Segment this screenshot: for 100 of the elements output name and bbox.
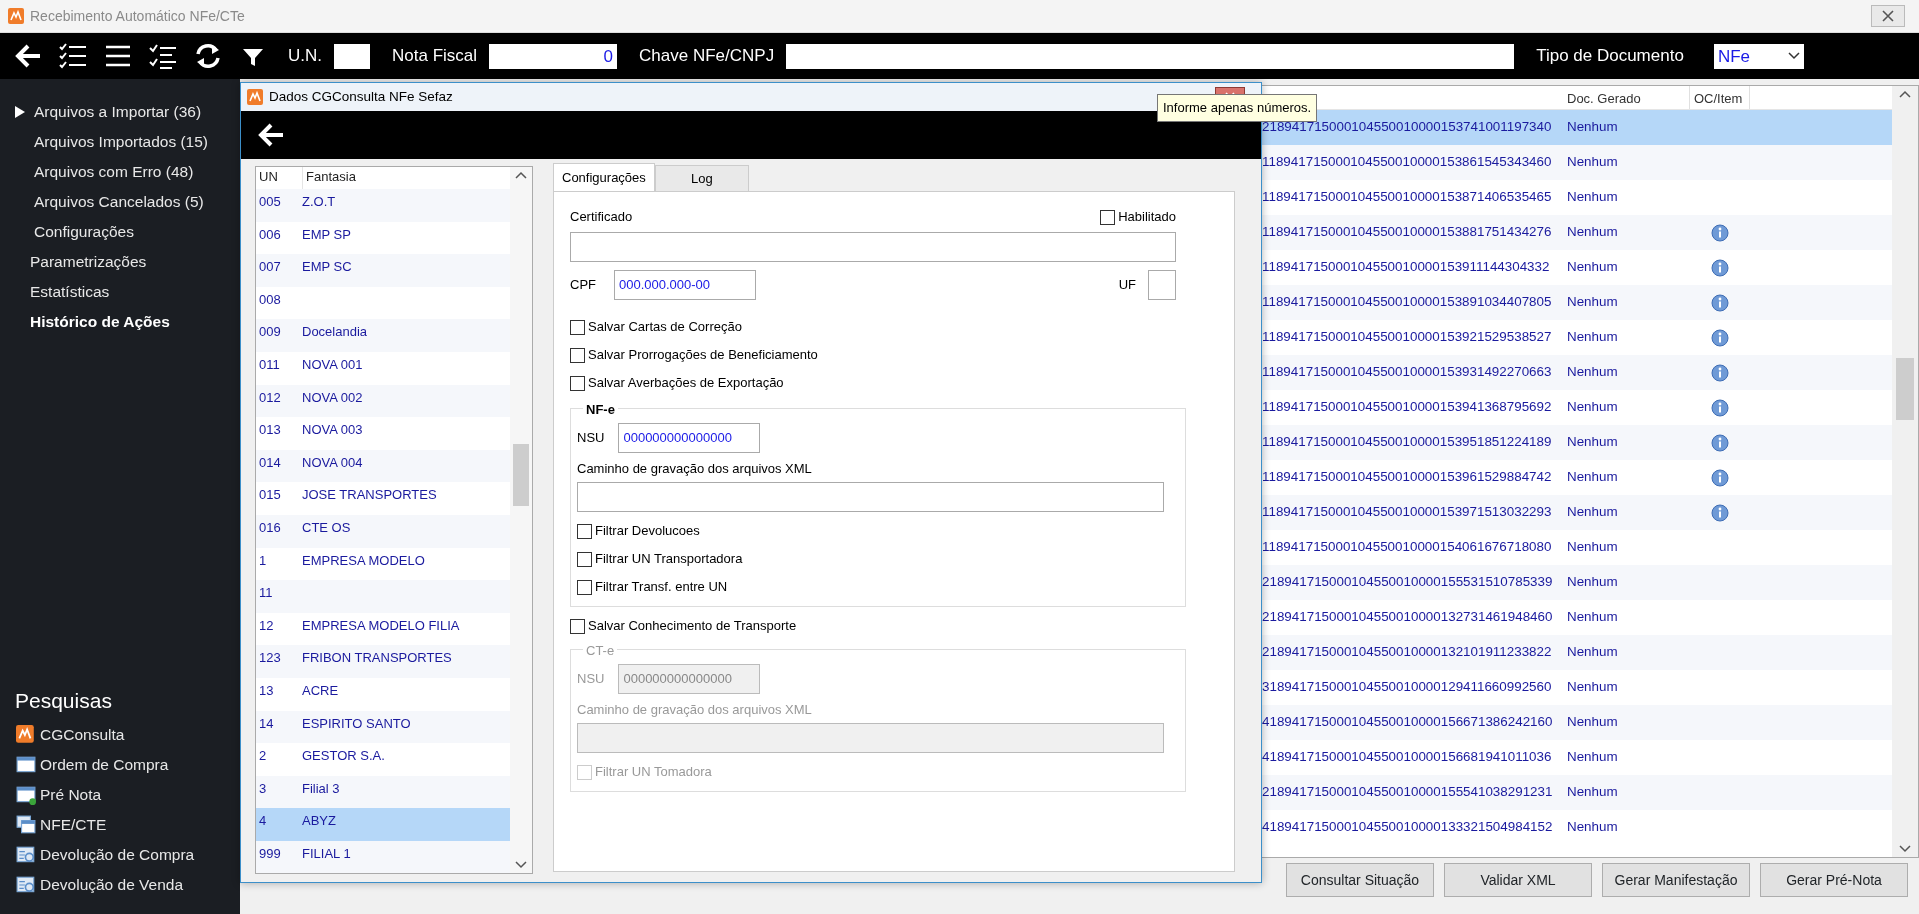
checkbox[interactable] bbox=[577, 579, 592, 595]
info-icon[interactable] bbox=[1711, 433, 1729, 452]
sidebar-item[interactable]: Arquivos Cancelados (5) bbox=[0, 187, 240, 217]
input-field[interactable]: 000000000000000 bbox=[618, 422, 761, 453]
list-row[interactable]: 11 bbox=[256, 580, 510, 613]
table-cell-text: Nenhum bbox=[1566, 118, 1619, 137]
list-row[interactable]: 016 CTE OS bbox=[256, 514, 510, 548]
list-row[interactable]: 123 FRIBON TRANSPORTES bbox=[256, 645, 510, 678]
action-button[interactable]: Gerar Manifestação bbox=[1602, 863, 1750, 897]
info-icon[interactable] bbox=[1711, 398, 1729, 417]
table-row[interactable]: 418941715000104550010000156671386242160 Nenhum bbox=[1262, 705, 1892, 740]
list-row[interactable]: 14 ESPIRITO SANTO bbox=[256, 710, 510, 744]
table-row[interactable]: 118941715000104550010000153941368795692 Nenhum bbox=[1262, 390, 1892, 425]
tab[interactable]: Configurações bbox=[553, 163, 655, 191]
table-cell-text: Nenhum bbox=[1566, 433, 1619, 452]
checkbox[interactable] bbox=[577, 523, 592, 539]
search-item[interactable]: Devolução de Venda bbox=[0, 870, 240, 900]
search-item[interactable]: CGConsulta bbox=[0, 720, 240, 750]
scrollbar-thumb[interactable] bbox=[1896, 358, 1914, 420]
list-row[interactable]: 009 Docelandia bbox=[256, 319, 510, 352]
info-icon[interactable] bbox=[1711, 503, 1729, 522]
list-row[interactable]: 014 NOVA 004 bbox=[256, 449, 510, 483]
sidebar-item[interactable]: Configurações bbox=[0, 217, 240, 247]
list-row[interactable]: 013 NOVA 003 bbox=[256, 417, 510, 450]
sidebar-item[interactable]: Arquivos com Erro (48) bbox=[0, 157, 240, 187]
table-row[interactable]: 118941715000104550010000153871406535465 Nenhum bbox=[1262, 180, 1892, 215]
table-row[interactable]: 118941715000104550010000153961529884742 Nenhum bbox=[1262, 460, 1892, 495]
column-header[interactable]: OC/Item bbox=[1690, 86, 1750, 109]
document-type-select[interactable]: NFe bbox=[1713, 43, 1804, 69]
info-icon[interactable] bbox=[1711, 468, 1729, 487]
sidebar-item[interactable]: Histórico de Ações bbox=[0, 307, 240, 337]
table-row[interactable]: 418941715000104550010000133321504984152 Nenhum bbox=[1262, 810, 1892, 845]
action-button[interactable]: Consultar Situação bbox=[1286, 863, 1434, 897]
table-row[interactable]: 218941715000104550010000132101911233822 Nenhum bbox=[1262, 635, 1892, 670]
list-row[interactable]: 999 FILIAL 1 bbox=[256, 840, 510, 874]
column-header[interactable]: UN bbox=[256, 167, 302, 189]
list-row[interactable]: 007 EMP SC bbox=[256, 254, 510, 287]
list-row[interactable]: 2 GESTOR S.A. bbox=[256, 743, 510, 776]
search-item[interactable]: Pré Nota bbox=[0, 780, 240, 810]
table-row[interactable]: 118941715000104550010000153931492270663 Nenhum bbox=[1262, 355, 1892, 390]
sidebar-item[interactable]: Arquivos a Importar (36) bbox=[0, 97, 240, 127]
list-row[interactable]: 015 JOSE TRANSPORTES bbox=[256, 482, 510, 515]
info-icon[interactable] bbox=[1711, 328, 1729, 347]
column-header[interactable]: Doc. Gerado bbox=[1563, 86, 1690, 109]
info-icon[interactable] bbox=[1711, 293, 1729, 312]
checkbox[interactable] bbox=[570, 375, 585, 391]
input-field[interactable] bbox=[1148, 270, 1176, 300]
list-row[interactable]: 3 Filial 3 bbox=[256, 775, 510, 809]
info-icon[interactable] bbox=[1711, 363, 1729, 382]
table-row[interactable]: 118941715000104550010000153911144304332 Nenhum bbox=[1262, 250, 1892, 285]
list-row[interactable]: 011 NOVA 001 bbox=[256, 351, 510, 385]
table-row[interactable]: 418941715000104550010000156681941011036 Nenhum bbox=[1262, 740, 1892, 775]
input-field[interactable] bbox=[786, 43, 1515, 69]
input-field[interactable] bbox=[334, 43, 370, 69]
table-row[interactable]: 118941715000104550010000153861545343460 Nenhum bbox=[1262, 145, 1892, 180]
action-button[interactable]: Gerar Pré-Nota bbox=[1760, 863, 1908, 897]
sidebar-item[interactable]: Arquivos Importados (15) bbox=[0, 127, 240, 157]
checkbox[interactable] bbox=[570, 618, 585, 634]
input-field[interactable] bbox=[570, 232, 1176, 262]
info-icon[interactable] bbox=[1711, 223, 1729, 242]
list-row[interactable]: 008 bbox=[256, 286, 510, 320]
action-button[interactable]: Validar XML bbox=[1444, 863, 1592, 897]
checkbox[interactable] bbox=[570, 347, 585, 363]
checkbox[interactable] bbox=[1100, 209, 1116, 225]
checkbox[interactable] bbox=[577, 551, 592, 567]
checkbox[interactable] bbox=[570, 319, 585, 335]
table-row[interactable]: 118941715000104550010000153881751434276 Nenhum bbox=[1262, 215, 1892, 250]
table-row[interactable]: 218941715000104550010000155531510785339 Nenhum bbox=[1262, 565, 1892, 600]
list-row[interactable]: 005 Z.O.T bbox=[256, 189, 510, 222]
table-row[interactable]: 118941715000104550010000153971513032293 Nenhum bbox=[1262, 495, 1892, 530]
table-row[interactable]: 318941715000104550010000129411660992560 Nenhum bbox=[1262, 670, 1892, 705]
table-row[interactable]: 118941715000104550010000153921529538527 Nenhum bbox=[1262, 320, 1892, 355]
table-row[interactable]: 118941715000104550010000153951851224189 Nenhum bbox=[1262, 425, 1892, 460]
scroll-up-icon[interactable] bbox=[515, 171, 527, 179]
sidebar-item[interactable]: Estatísticas bbox=[0, 277, 240, 307]
input-field[interactable]: 000.000.000-00 bbox=[614, 270, 756, 300]
list-row[interactable]: 13 ACRE bbox=[256, 677, 510, 711]
scroll-down-icon[interactable] bbox=[515, 861, 527, 869]
table-row[interactable]: 218941715000104550010000132731461948460 Nenhum bbox=[1262, 600, 1892, 635]
scrollbar-thumb[interactable] bbox=[513, 444, 529, 506]
list-row[interactable]: 12 EMPRESA MODELO FILIA bbox=[256, 612, 510, 646]
list-row[interactable]: 1 EMPRESA MODELO bbox=[256, 547, 510, 581]
close-button[interactable] bbox=[1871, 5, 1905, 27]
list-row[interactable]: 4 ABYZ bbox=[256, 808, 510, 841]
tab[interactable]: Log bbox=[654, 165, 749, 191]
checklist-icon[interactable] bbox=[57, 41, 89, 71]
table-row[interactable]: 118941715000104550010000153891034407805 Nenhum bbox=[1262, 285, 1892, 320]
input-field[interactable]: 0 bbox=[489, 43, 618, 69]
search-item[interactable]: Ordem de Compra bbox=[0, 750, 240, 780]
scroll-down-icon[interactable] bbox=[1899, 845, 1911, 853]
scroll-up-icon[interactable] bbox=[1899, 90, 1911, 98]
sidebar-item[interactable]: Parametrizações bbox=[0, 247, 240, 277]
input-field[interactable] bbox=[577, 482, 1164, 512]
list-row[interactable]: 012 NOVA 002 bbox=[256, 384, 510, 418]
info-icon[interactable] bbox=[1711, 258, 1729, 277]
list-row[interactable]: 006 EMP SP bbox=[256, 221, 510, 255]
table-row[interactable]: 218941715000104550010000155541038291231 Nenhum bbox=[1262, 775, 1892, 810]
search-item[interactable]: NFE/CTE bbox=[0, 810, 240, 840]
search-item[interactable]: Devolução de Compra bbox=[0, 840, 240, 870]
table-row[interactable]: 118941715000104550010000154061676718080 Nenhum bbox=[1262, 530, 1892, 565]
